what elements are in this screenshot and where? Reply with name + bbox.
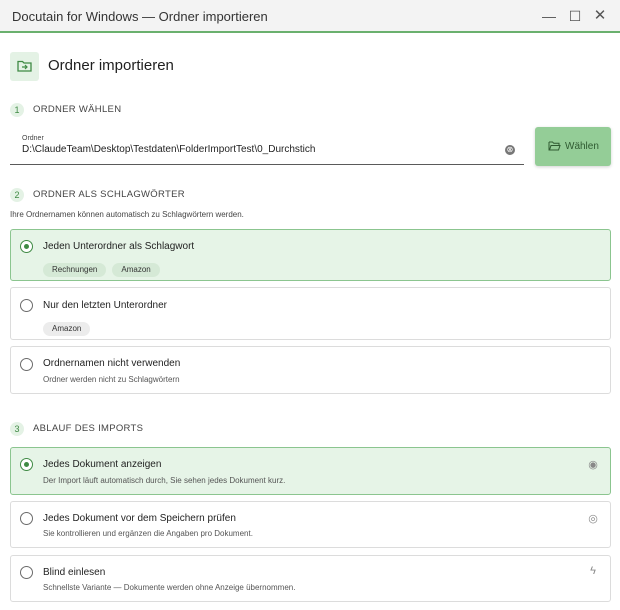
radio-button[interactable] (20, 299, 33, 312)
eye-check-icon: ◎ (588, 513, 598, 525)
folder-import-icon (10, 52, 39, 81)
option-last-subfolder[interactable]: Nur den letzten Unterordner Amazon (10, 287, 611, 340)
maximize-icon[interactable]: ☐ (564, 6, 586, 26)
close-icon[interactable]: ✕ (589, 6, 611, 26)
step-number: 3 (10, 422, 24, 436)
eye-icon: ◉ (588, 459, 598, 471)
option-title: Jedes Dokument vor dem Speichern prüfen (43, 513, 236, 524)
folder-field-underline (10, 164, 524, 165)
option-title: Jedes Dokument anzeigen (43, 459, 162, 470)
keywords-hint: Ihre Ordnernamen können automatisch zu S… (10, 210, 244, 219)
radio-button-selected[interactable] (20, 458, 33, 471)
choose-button-label: Wählen (565, 141, 599, 152)
clear-icon[interactable]: ⊗ (505, 145, 515, 155)
option-title: Blind einlesen (43, 567, 106, 578)
step-label: ORDNER ALS SCHLAGWÖRTER (33, 189, 185, 200)
step-number: 2 (10, 188, 24, 202)
folder-path-input[interactable]: D:\ClaudeTeam\Desktop\Testdaten\FolderIm… (22, 144, 315, 155)
folder-field-caption: Ordner (22, 135, 44, 142)
option-description: Sie kontrollieren und ergänzen die Angab… (43, 529, 253, 538)
step-label: ORDNER WÄHLEN (33, 104, 122, 115)
radio-button[interactable] (20, 512, 33, 525)
option-show-every-document[interactable]: Jedes Dokument anzeigen Der Import läuft… (10, 447, 611, 495)
option-title: Ordnernamen nicht verwenden (43, 358, 181, 369)
lightning-icon: ϟ (590, 565, 596, 577)
title-bar: Docutain for Windows — Ordner importiere… (0, 0, 620, 33)
option-description: Der Import läuft automatisch durch, Sie … (43, 476, 286, 485)
radio-button[interactable] (20, 566, 33, 579)
radio-button[interactable] (20, 358, 33, 371)
option-no-folder-names[interactable]: Ordnernamen nicht verwenden Ordner werde… (10, 346, 611, 394)
keyword-chip: Rechnungen (43, 263, 107, 277)
option-title: Jeden Unterordner als Schlagwort (43, 241, 195, 252)
option-title: Nur den letzten Unterordner (43, 300, 167, 311)
choose-folder-button[interactable]: Wählen (535, 127, 611, 166)
page-title: Ordner importieren (48, 57, 174, 74)
keyword-chip: Amazon (112, 263, 160, 277)
keyword-chip: Amazon (43, 322, 91, 336)
window-title: Docutain for Windows — Ordner importiere… (12, 9, 268, 24)
minimize-icon[interactable]: — (538, 6, 560, 26)
option-description: Ordner werden nicht zu Schlagwörtern (43, 375, 180, 384)
folder-open-icon (548, 141, 561, 151)
option-blind-import[interactable]: Blind einlesen Schnellste Variante — Dok… (10, 555, 611, 602)
option-every-subfolder[interactable]: Jeden Unterordner als Schlagwort Rechnun… (10, 229, 611, 281)
step-label: ABLAUF DES IMPORTS (33, 423, 144, 434)
step-number: 1 (10, 103, 24, 117)
radio-button-selected[interactable] (20, 240, 33, 253)
option-review-every-document[interactable]: Jedes Dokument vor dem Speichern prüfen … (10, 501, 611, 548)
option-description: Schnellste Variante — Dokumente werden o… (43, 583, 296, 592)
